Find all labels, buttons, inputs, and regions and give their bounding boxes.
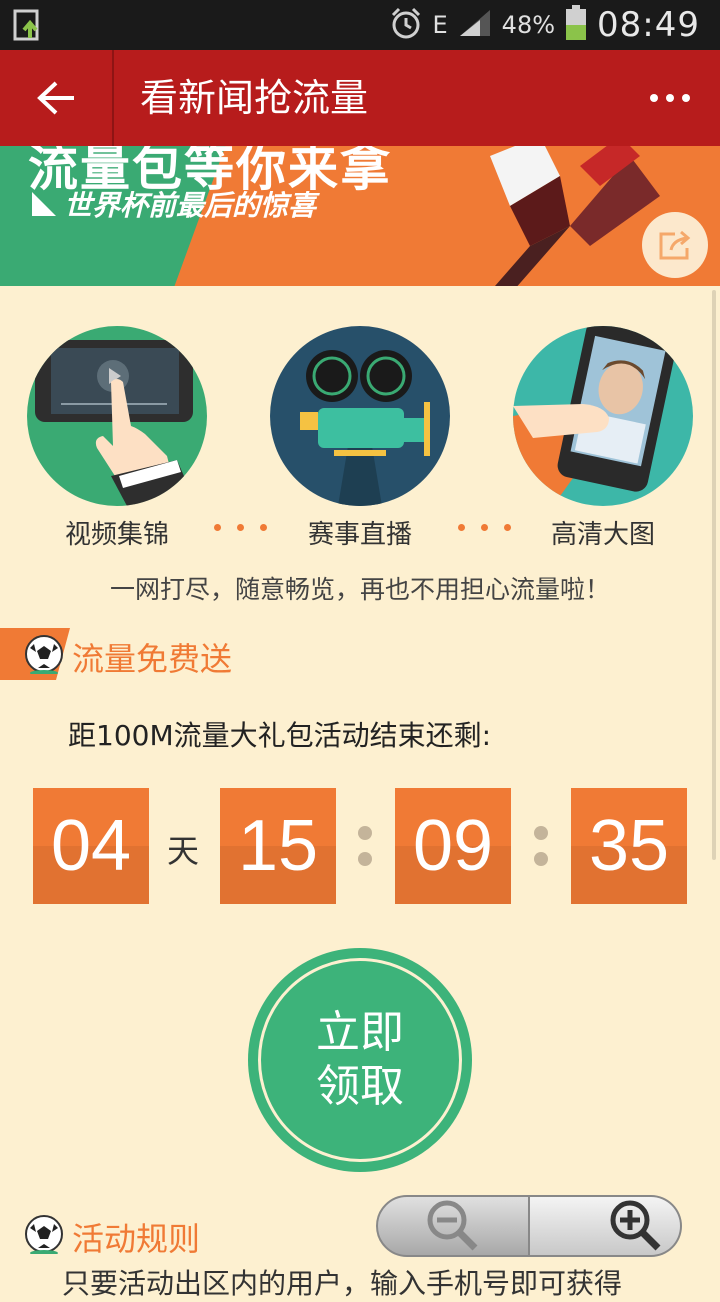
- video-icon: [27, 326, 207, 506]
- zoom-controls: [376, 1195, 682, 1257]
- claim-now-button[interactable]: 立即领取: [248, 948, 472, 1172]
- more-dot-icon: [666, 94, 674, 102]
- network-type-indicator: E: [432, 11, 448, 39]
- share-button[interactable]: [642, 212, 708, 278]
- battery-percent: 48%: [501, 11, 556, 39]
- promo-banner: 流量包等你来拿 世界杯前最后的惊喜: [0, 146, 720, 286]
- feature-hd-pictures[interactable]: 高清大图: [513, 326, 693, 551]
- page-title: 看新闻抢流量: [140, 76, 369, 120]
- feature-label: 视频集锦: [64, 520, 169, 550]
- feature-label: 赛事直播: [307, 520, 412, 550]
- soccer-ball-icon: [25, 1215, 63, 1254]
- countdown-days: 04: [33, 788, 149, 904]
- colon-separator: [533, 826, 549, 866]
- tagline: 一网打尽，随意畅览，再也不用担心流量啦！: [109, 575, 610, 604]
- zoom-out-icon: [427, 1200, 478, 1251]
- footballer-illustration: [490, 146, 660, 286]
- status-bar: E 48% 08:49: [0, 0, 720, 50]
- feature-video-highlights[interactable]: 视频集锦: [27, 326, 207, 551]
- app-bar: 看新闻抢流量: [0, 50, 720, 146]
- zoom-out-button[interactable]: [376, 1195, 530, 1257]
- clock: 08:49: [597, 5, 700, 45]
- zoom-in-icon: [610, 1200, 661, 1251]
- countdown-hours: 15: [220, 788, 336, 904]
- upload-notification-icon: [12, 8, 48, 42]
- more-options-button[interactable]: [640, 80, 700, 116]
- separator-dots: [458, 524, 511, 531]
- colon-separator: [357, 826, 373, 866]
- section-title: 活动规则: [72, 1220, 201, 1258]
- countdown-label: 距100M流量大礼包活动结束还剩:: [68, 719, 492, 752]
- section-title: 流量免费送: [72, 640, 233, 678]
- countdown-seconds: 35: [571, 788, 687, 904]
- scrollbar[interactable]: [712, 290, 716, 860]
- claim-button-label: 立即领取: [316, 1007, 404, 1112]
- share-icon: [659, 230, 691, 260]
- separator-dots: [214, 524, 267, 531]
- alarm-icon: [389, 6, 423, 44]
- phone-photo-icon: [513, 326, 693, 506]
- battery-icon: [565, 5, 587, 45]
- more-dot-icon: [682, 94, 690, 102]
- back-button[interactable]: [0, 50, 114, 146]
- back-arrow-icon: [37, 81, 74, 115]
- zoom-in-button[interactable]: [530, 1195, 682, 1257]
- day-unit-label: 天: [167, 832, 200, 870]
- signal-icon: [458, 8, 492, 42]
- more-dot-icon: [650, 94, 658, 102]
- feature-label: 高清大图: [550, 520, 655, 550]
- rules-text: 只要活动出区内的用户，输入手机号即可获得: [62, 1267, 623, 1300]
- banner-subtitle: 世界杯前最后的惊喜: [30, 184, 316, 224]
- feature-live-matches[interactable]: 赛事直播: [270, 326, 450, 551]
- triangle-icon: [32, 192, 56, 216]
- countdown-minutes: 09: [395, 788, 511, 904]
- soccer-ball-icon: [25, 635, 63, 674]
- movie-camera-icon: [270, 326, 450, 506]
